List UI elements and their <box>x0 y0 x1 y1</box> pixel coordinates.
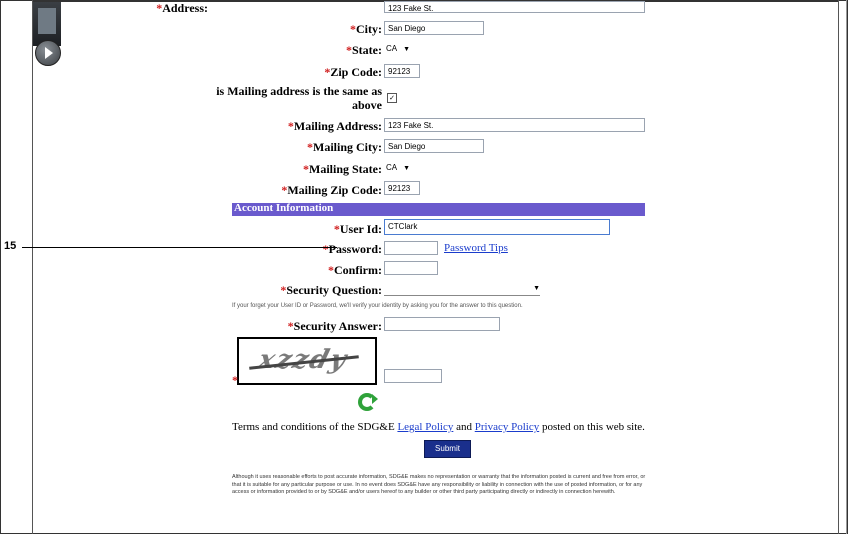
security-answer-field[interactable] <box>384 317 500 331</box>
mailing-zip-field[interactable]: 92123 <box>384 181 420 195</box>
mailing-city-label: *Mailing City: <box>307 140 382 154</box>
right-divider <box>838 0 839 534</box>
password-tips-link[interactable]: Password Tips <box>444 242 508 254</box>
captcha-input[interactable] <box>384 369 442 383</box>
user-id-label: *User Id: <box>333 222 382 236</box>
security-question-label: *Security Question: <box>280 283 382 297</box>
city-label: *City: <box>350 22 382 36</box>
same-as-above-label-2: above <box>352 98 382 112</box>
mailing-state-label: *Mailing State: <box>303 162 382 176</box>
video-thumbnail[interactable] <box>33 2 61 66</box>
password-label: *Password: <box>322 242 382 256</box>
mailing-state-select[interactable]: CA ▼ <box>386 161 410 175</box>
state-select[interactable]: CA ▼ <box>386 42 410 56</box>
mailing-address-label: *Mailing Address: <box>287 119 382 133</box>
user-id-field[interactable]: CTClark <box>384 219 610 235</box>
security-answer-label: *Security Answer: <box>287 319 382 333</box>
state-label: *State: <box>346 43 382 57</box>
security-help-text: If your forget your User ID or Password,… <box>232 303 523 309</box>
password-field[interactable] <box>384 241 438 255</box>
left-divider <box>32 0 33 534</box>
confirm-label: *Confirm: <box>328 263 382 277</box>
scrollbar-edge[interactable] <box>846 0 847 534</box>
captcha-image: xzzdy <box>237 337 377 385</box>
play-icon[interactable] <box>35 40 61 66</box>
privacy-policy-link[interactable]: Privacy Policy <box>475 421 539 433</box>
chevron-down-icon: ▼ <box>403 46 411 53</box>
refresh-icon[interactable] <box>358 393 378 411</box>
callout-line <box>22 247 337 248</box>
confirm-field[interactable] <box>384 261 438 275</box>
mailing-address-field[interactable]: 123 Fake St. <box>384 118 645 132</box>
chevron-down-icon: ▼ <box>403 165 411 172</box>
mailing-city-field[interactable]: San Diego <box>384 139 484 153</box>
address-field[interactable]: 123 Fake St. <box>384 1 645 13</box>
same-as-above-label: is Mailing address is the same as <box>216 84 382 98</box>
address-label: *Address: <box>156 1 208 15</box>
zip-field[interactable]: 92123 <box>384 64 420 78</box>
same-as-above-checkbox[interactable]: ✓ <box>387 93 397 103</box>
city-field[interactable]: San Diego <box>384 21 484 35</box>
security-question-select[interactable]: ▼ <box>384 281 540 296</box>
terms-text: Terms and conditions of the SDG&E Legal … <box>232 421 645 433</box>
chevron-down-icon: ▼ <box>533 285 540 292</box>
submit-button[interactable]: Submit <box>424 440 471 458</box>
legal-policy-link[interactable]: Legal Policy <box>397 421 453 433</box>
callout-number: 15 <box>4 240 17 252</box>
zip-label: *Zip Code: <box>324 65 382 79</box>
captcha-required: * <box>232 373 238 387</box>
mailing-zip-label: *Mailing Zip Code: <box>281 183 382 197</box>
disclaimer-text: Although it uses reasonable efforts to p… <box>232 474 646 495</box>
account-section-header: Account Information <box>232 202 645 216</box>
